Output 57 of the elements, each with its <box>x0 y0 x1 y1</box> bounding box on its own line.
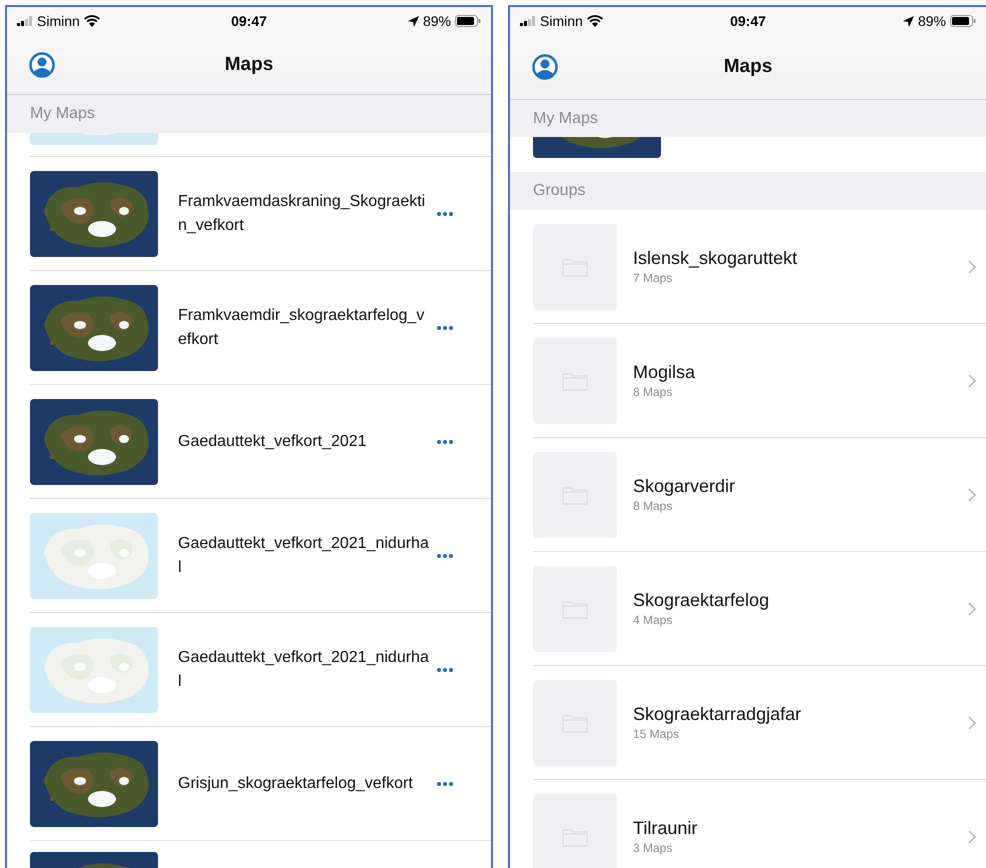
status-time: 09:47 <box>730 13 766 29</box>
chevron-icon <box>968 488 976 502</box>
map-title[interactable]: Gaedauttekt_vefkort_2021_nidurhal <box>178 532 430 580</box>
group-name[interactable]: Skogarverdir <box>633 476 968 497</box>
folder-icon <box>562 370 588 390</box>
wifi-icon <box>84 15 100 27</box>
screen-title: Maps <box>724 56 772 78</box>
map-count: 3 Maps <box>633 841 674 855</box>
folder-icon <box>562 598 588 618</box>
chevron-icon <box>968 374 976 388</box>
profile-icon[interactable] <box>29 52 55 78</box>
location-arrow-icon <box>408 16 419 26</box>
chevron-icon <box>968 830 976 844</box>
folder-icon <box>562 256 588 276</box>
battery-percent: 89% <box>918 13 946 29</box>
map-title[interactable]: Gaedauttekt_vefkort_2021 <box>178 430 430 454</box>
location-arrow-icon <box>902 16 914 26</box>
map-title[interactable]: Gaedauttekt_vefkort_2021_nidurhal <box>178 646 430 694</box>
more-icon[interactable] <box>436 780 454 786</box>
map-title[interactable]: Framkvaemdir_skograektarfelog_vefkort <box>178 304 430 352</box>
section-header: My Maps <box>30 105 95 123</box>
folder-icon <box>562 826 588 846</box>
more-icon[interactable] <box>436 552 454 558</box>
chevron-icon <box>968 260 976 274</box>
battery-percent: 89% <box>422 13 451 29</box>
carrier-name: Siminn <box>540 13 583 29</box>
screen-title: Maps <box>224 54 274 76</box>
chevron-icon <box>968 602 976 616</box>
section-header: Groups <box>533 182 586 200</box>
section-header: My Maps <box>533 110 598 128</box>
map-title[interactable]: Framkvaemdaskraning_Skograektin_vefkort <box>178 190 430 238</box>
battery-icon <box>950 15 976 27</box>
folder-icon <box>562 712 588 732</box>
wifi-icon <box>586 15 603 27</box>
carrier-name: Siminn <box>37 13 80 29</box>
more-icon[interactable] <box>436 210 454 216</box>
map-count: 7 Maps <box>633 271 674 285</box>
map-count: 8 Maps <box>633 499 674 513</box>
status-time: 09:47 <box>231 13 267 29</box>
map-title[interactable]: Grisjun_skograektarfelog_vefkort <box>178 772 430 796</box>
more-icon[interactable] <box>436 324 454 330</box>
map-count: 8 Maps <box>633 385 674 399</box>
signal-icon <box>17 16 33 26</box>
group-name[interactable]: Tilraunir <box>633 818 968 839</box>
group-name[interactable]: Skograektarradgjafar <box>633 704 968 725</box>
profile-icon[interactable] <box>532 54 558 80</box>
more-icon[interactable] <box>436 666 454 672</box>
map-count: 4 Maps <box>633 613 674 627</box>
battery-icon <box>455 15 481 27</box>
group-name[interactable]: Islensk_skogaruttekt <box>633 248 968 269</box>
group-name[interactable]: Skograektarfelog <box>633 590 968 611</box>
more-icon[interactable] <box>436 438 454 444</box>
map-count: 15 Maps <box>633 727 680 741</box>
group-name[interactable]: Mogilsa <box>633 362 968 383</box>
chevron-icon <box>968 716 976 730</box>
signal-icon <box>520 16 536 26</box>
folder-icon <box>562 484 588 504</box>
